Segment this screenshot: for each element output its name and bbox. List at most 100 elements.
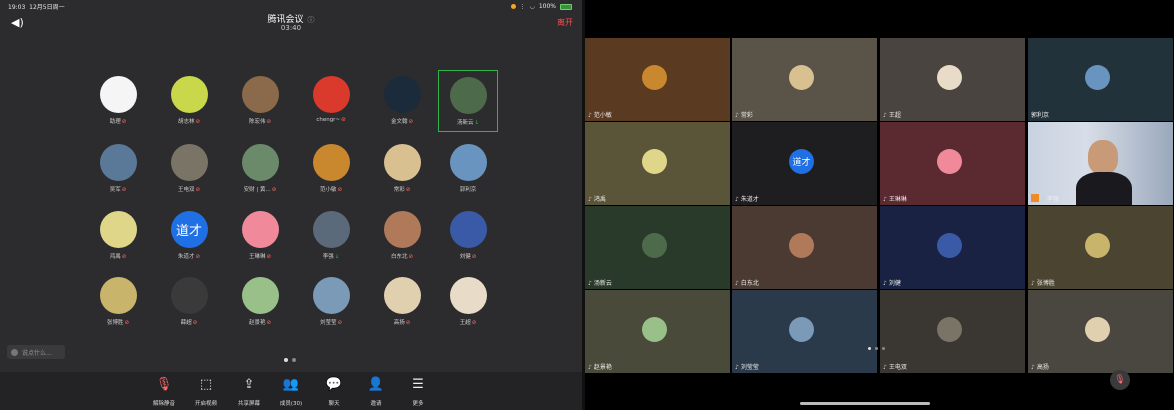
tile-name-text: 张博胜	[1036, 280, 1055, 287]
participant-cell[interactable]: 李强↓	[301, 205, 361, 267]
tile-name: ♪ 白东北	[735, 278, 759, 287]
tile-name: ♪ 刘健	[883, 278, 901, 287]
mic-icon: ♪	[883, 196, 887, 203]
participant-cell[interactable]: 陈宏伟⊘	[230, 70, 290, 132]
video-tile[interactable]: ♪ 白东北	[732, 206, 877, 289]
video-tile[interactable]: ♪ 汤新云	[585, 206, 730, 289]
share-screen-button[interactable]: ⇪ 共享屏幕	[229, 377, 269, 407]
floating-mic-muted-icon[interactable]: 🎙	[1110, 370, 1130, 390]
video-tile[interactable]: ♪ 王琳琳	[880, 122, 1025, 205]
meeting-toolbar: 🎙 解除静音 ⬚ 开启视频 ⇪ 共享屏幕 👥 成员(30) 💬 聊天 👤 邀请 ☰ 更多	[0, 372, 582, 410]
video-tile[interactable]: 道才 ♪ 朱道才	[732, 122, 877, 205]
participant-name-text: 王超	[459, 320, 471, 326]
participant-cell[interactable]: 吴军⊘	[88, 138, 148, 200]
participant-cell[interactable]: 常彩⊘	[372, 138, 432, 200]
video-tile[interactable]: ♪ 常彩	[732, 38, 877, 121]
video-tile[interactable]: ♪ 刘莹莹	[732, 290, 877, 373]
invite-icon: 👤	[367, 377, 385, 392]
avatar	[99, 211, 137, 248]
participant-name: 安财 | 黄...⊘	[230, 185, 290, 193]
tiles-page-dot-1[interactable]	[868, 347, 871, 350]
avatar	[789, 317, 814, 342]
mic-muted-icon: ⊘	[266, 254, 272, 260]
home-indicator[interactable]	[800, 402, 930, 405]
mic-muted-icon: ⊘	[195, 254, 201, 260]
leave-button[interactable]: 离开	[557, 17, 573, 28]
participant-cell[interactable]: 汤新云↓	[438, 70, 498, 132]
participant-name-text: chengr~	[316, 117, 341, 123]
page-dot-2[interactable]	[292, 358, 296, 362]
person-silhouette-icon	[1088, 140, 1118, 174]
participant-name: 王电双⊘	[159, 185, 219, 193]
avatar: 道才	[789, 149, 814, 174]
tile-name: ♪ 常彩	[735, 110, 753, 119]
status-time: 19:03	[8, 4, 26, 11]
participant-cell[interactable]: 金文翰⊘	[372, 70, 432, 132]
tiles-page-indicator[interactable]	[868, 347, 885, 350]
participant-cell[interactable]: 王琳琳⊘	[230, 205, 290, 267]
mic-muted-icon: 🎙	[155, 377, 173, 392]
mic-on-icon: ↓	[474, 120, 480, 126]
tile-name-text: 刘健	[888, 280, 901, 287]
participant-cell[interactable]: chengr~⊘	[301, 70, 361, 132]
tiles-page-dot-2[interactable]	[875, 347, 878, 350]
chat-input[interactable]: 说点什么...	[7, 345, 65, 359]
info-icon[interactable]: ⓘ	[308, 16, 315, 24]
tile-name: ♪ 张博胜	[1031, 278, 1055, 287]
video-tile[interactable]: ♪ 鸿禹	[585, 122, 730, 205]
video-tile[interactable]: ♪ 张博胜	[1028, 206, 1173, 289]
participant-cell[interactable]: 刘健⊘	[438, 205, 498, 267]
battery-icon	[560, 3, 572, 10]
mic-muted-icon: ⊘	[405, 187, 411, 193]
video-tile[interactable]: ♪ 王超	[880, 38, 1025, 121]
participant-name: 王超⊘	[438, 318, 498, 326]
mic-muted-icon: ⊘	[408, 119, 414, 125]
participant-cell[interactable]: 薛超⊘	[159, 271, 219, 333]
participant-cell[interactable]: 张博胜⊘	[88, 271, 148, 333]
tiles-page-dot-3[interactable]	[882, 347, 885, 350]
participant-cell[interactable]: 安财 | 黄...⊘	[230, 138, 290, 200]
mic-muted-button[interactable]: 🎙 解除静音	[144, 377, 184, 407]
page-indicator[interactable]	[284, 358, 296, 362]
tile-name: ♪ 范小敏	[588, 110, 612, 119]
chat-placeholder: 说点什么...	[22, 349, 52, 357]
participant-cell[interactable]: 鸿禹⊘	[88, 205, 148, 267]
video-off-button[interactable]: ⬚ 开启视频	[186, 377, 226, 407]
participant-name-text: 朱道才	[177, 254, 195, 260]
participant-cell[interactable]: 高扬⊘	[372, 271, 432, 333]
participant-cell[interactable]: 范小敏⊘	[301, 138, 361, 200]
participant-cell[interactable]: 赵景艳⊘	[230, 271, 290, 333]
status-indicators: ︙ ◡ 100%	[510, 2, 572, 11]
mic-icon: ♪	[883, 280, 887, 287]
mic-muted-icon: ⊘	[408, 254, 414, 260]
page-dot-1[interactable]	[284, 358, 288, 362]
video-tile[interactable]: ♪ 范小敏	[585, 38, 730, 121]
emoji-icon[interactable]	[11, 348, 18, 356]
participant-cell[interactable]: 刘莹莹⊘	[301, 271, 361, 333]
video-tile[interactable]: ♪ 刘健	[880, 206, 1025, 289]
participant-cell[interactable]: 郭利京	[438, 138, 498, 200]
video-tile[interactable]: ♪ 高扬	[1028, 290, 1173, 373]
participant-name: 赵景艳⊘	[230, 318, 290, 326]
invite-button[interactable]: 👤 邀请	[356, 377, 396, 407]
participant-cell[interactable]: 助理⊘	[88, 70, 148, 132]
participant-name: chengr~⊘	[301, 117, 361, 123]
video-tile[interactable]: ♪ 赵景艳	[585, 290, 730, 373]
participant-cell[interactable]: 王超⊘	[438, 271, 498, 333]
video-tile[interactable]: 郭利京	[1028, 38, 1173, 121]
tile-name: ♪ 赵景艳	[588, 362, 612, 371]
participant-name-text: 张博胜	[106, 320, 124, 326]
participant-cell[interactable]: 白东北⊘	[372, 205, 432, 267]
video-tile[interactable]: ♪ 王电双	[880, 290, 1025, 373]
avatar	[1085, 317, 1110, 342]
meeting-duration: 03:40	[280, 24, 302, 32]
members-button[interactable]: 👥 成员(30)	[271, 377, 311, 407]
more-button[interactable]: ☰ 更多	[398, 377, 438, 407]
avatar	[170, 76, 208, 113]
participant-cell[interactable]: 胡志林⊘	[159, 70, 219, 132]
participant-cell[interactable]: 道才 朱道才⊘	[159, 205, 219, 267]
avatar	[170, 144, 208, 181]
participant-cell[interactable]: 王电双⊘	[159, 138, 219, 200]
chat-button[interactable]: 💬 聊天	[314, 377, 354, 407]
video-tile[interactable]: ♪ 李强	[1028, 122, 1173, 205]
